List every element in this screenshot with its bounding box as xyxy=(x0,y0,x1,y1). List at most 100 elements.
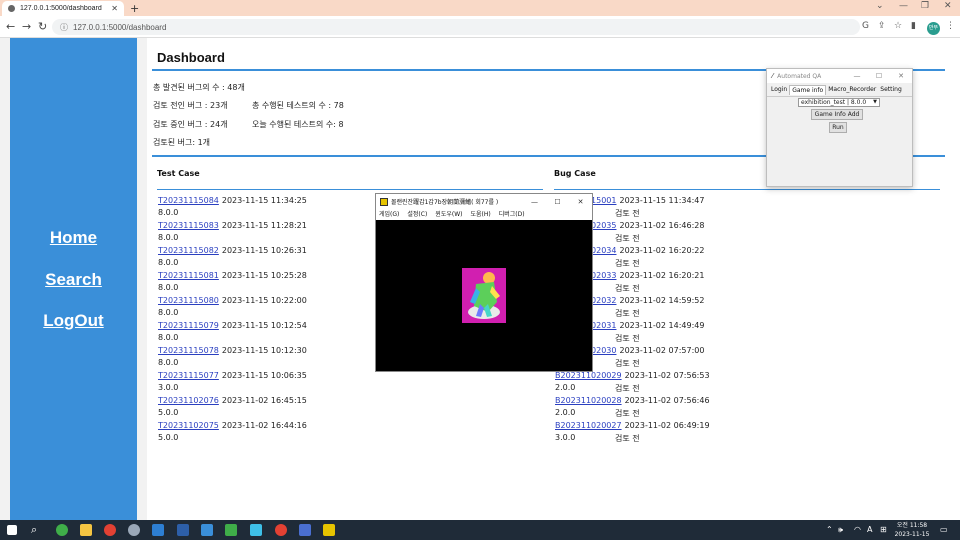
qa-tool-icon[interactable] xyxy=(299,524,311,536)
bug-case-status: 검토 전 xyxy=(615,334,640,343)
bug-case-time: 2023-11-02 06:49:19 xyxy=(624,421,710,430)
bug-case-link[interactable]: B202311020028 xyxy=(555,396,622,405)
clock[interactable]: 오전 11:58 2023-11-15 xyxy=(892,521,932,539)
menu-game[interactable]: 게임(G) xyxy=(379,209,399,220)
info-icon[interactable]: ⓘ xyxy=(60,22,68,33)
chrome-active-icon[interactable] xyxy=(275,524,287,536)
address-bar[interactable]: ⓘ 127.0.0.1:5000/dashboard xyxy=(52,19,860,35)
test-case-link[interactable]: T20231115080 xyxy=(158,296,219,305)
close-window-icon[interactable]: ✕ xyxy=(944,1,952,11)
run-button[interactable]: Run xyxy=(829,122,847,133)
test-case-time: 2023-11-15 10:25:28 xyxy=(221,271,307,280)
menu-settings[interactable]: 설정(C) xyxy=(407,209,427,220)
test-case-link[interactable]: T20231115079 xyxy=(158,321,219,330)
windows-start-icon[interactable] xyxy=(7,525,17,535)
maximize-icon[interactable]: ☐ xyxy=(546,198,569,206)
url-text[interactable]: 127.0.0.1:5000/dashboard xyxy=(73,23,166,32)
test-case-version: 8.0.0 xyxy=(158,308,179,317)
test-case-version: 8.0.0 xyxy=(158,283,179,292)
test-case-link[interactable]: T20231115077 xyxy=(158,371,219,380)
back-icon[interactable]: ← xyxy=(6,20,15,33)
shield-icon[interactable] xyxy=(128,524,140,536)
notification-icon[interactable]: ▭ xyxy=(940,525,948,534)
sidebar-item-logout[interactable]: LogOut xyxy=(10,311,137,331)
bug-case-link[interactable]: B202311020029 xyxy=(555,371,622,380)
network-icon[interactable]: ◠ xyxy=(854,525,861,534)
menu-help[interactable]: 도움(H) xyxy=(470,209,490,220)
test-case-link[interactable]: T20231115083 xyxy=(158,221,219,230)
bug-case-time: 2023-11-02 16:20:21 xyxy=(619,271,705,280)
python-icon[interactable] xyxy=(177,524,189,536)
chevron-down-icon: ▼ xyxy=(873,99,877,105)
maximize-icon[interactable]: ☐ xyxy=(868,72,890,80)
clock-date: 2023-11-15 xyxy=(894,531,930,538)
keyboard-icon[interactable]: ⊞ xyxy=(880,525,887,534)
game-select[interactable]: exhibition_test | 8.0.0 ▼ xyxy=(798,98,880,107)
tab-setting[interactable]: Setting xyxy=(878,85,903,95)
forward-icon[interactable]: → xyxy=(22,20,31,33)
bookmark-star-icon[interactable]: ☆ xyxy=(894,21,902,31)
sidebar-item-search[interactable]: Search xyxy=(10,270,137,290)
bug-case-link[interactable]: B202311020027 xyxy=(555,421,622,430)
xbox-icon[interactable] xyxy=(56,524,68,536)
bird-app-icon[interactable] xyxy=(250,524,262,536)
tab-macro-recorder[interactable]: Macro_Recorder xyxy=(826,85,878,95)
tab-search-icon[interactable]: ⌄ xyxy=(876,1,884,11)
tab-game-info[interactable]: Game info xyxy=(789,85,827,95)
menu-icon[interactable]: ⋮ xyxy=(946,21,955,31)
google-icon[interactable]: G xyxy=(862,21,869,31)
tray-chevron-icon[interactable]: ⌃ xyxy=(826,525,833,534)
test-case-link[interactable]: T20231115078 xyxy=(158,346,219,355)
restore-icon[interactable]: ❐ xyxy=(921,1,929,11)
bug-case-status: 검토 전 xyxy=(615,209,640,218)
search-icon[interactable]: ⌕ xyxy=(31,523,37,537)
chrome-icon[interactable] xyxy=(104,524,116,536)
game-taskbar-icon[interactable] xyxy=(323,524,335,536)
minimize-icon[interactable]: — xyxy=(899,1,908,11)
automated-qa-window: ⁄ Automated QA — ☐ ✕ Login Game info Mac… xyxy=(766,68,913,187)
bug-case-status: 검토 전 xyxy=(615,409,640,418)
qa-tabs: Login Game info Macro_Recorder Setting xyxy=(767,83,912,95)
volume-icon[interactable]: 🕪 xyxy=(838,525,843,535)
browser-tab[interactable]: 127.0.0.1:5000/dashboard ✕ xyxy=(2,1,124,16)
close-tab-icon[interactable]: ✕ xyxy=(111,4,118,13)
game-info-add-button[interactable]: Game Info Add xyxy=(811,109,863,120)
bug-case-time: 2023-11-15 11:34:47 xyxy=(619,196,705,205)
test-case-link[interactable]: T20231115081 xyxy=(158,271,219,280)
page-title: Dashboard xyxy=(157,50,225,65)
bug-case-time: 2023-11-02 07:57:00 xyxy=(619,346,705,355)
test-case-time: 2023-11-15 10:26:31 xyxy=(221,246,307,255)
test-case-row: T20231115078 2023-11-15 10:12:30 xyxy=(158,346,307,355)
sidebar-item-home[interactable]: Home xyxy=(10,228,137,248)
new-tab-button[interactable]: + xyxy=(130,2,139,15)
feather-app-icon[interactable] xyxy=(201,524,213,536)
stat-reviewed: 검토된 버그: 1개 xyxy=(153,138,211,147)
share-icon[interactable]: ⇪ xyxy=(878,21,886,31)
bug-case-row: B202311020027 2023-11-02 06:49:19 xyxy=(555,421,710,430)
minimize-icon[interactable]: — xyxy=(846,72,868,80)
test-case-version: 5.0.0 xyxy=(158,433,179,442)
file-explorer-icon[interactable] xyxy=(80,524,92,536)
notepad-icon[interactable] xyxy=(225,524,237,536)
menu-debug[interactable]: 디버그(D) xyxy=(499,209,525,220)
test-case-time: 2023-11-15 10:12:54 xyxy=(221,321,307,330)
test-case-link[interactable]: T20231115084 xyxy=(158,196,219,205)
tab-login[interactable]: Login xyxy=(769,85,789,95)
test-case-link[interactable]: T20231115082 xyxy=(158,246,219,255)
reload-icon[interactable]: ↻ xyxy=(38,20,47,33)
game-title-bar[interactable]: 몰랜린잔躍갑1갑7b장朝蘭瀰鰭( 회77를 ) — ☐ ✕ xyxy=(376,194,592,209)
vscode-icon[interactable] xyxy=(152,524,164,536)
profile-avatar[interactable]: 만뚜 xyxy=(927,22,940,35)
language-indicator[interactable]: A xyxy=(867,525,872,534)
menu-window[interactable]: 윈도우(W) xyxy=(435,209,462,220)
minimize-icon[interactable]: — xyxy=(523,198,546,206)
qa-title-bar[interactable]: ⁄ Automated QA — ☐ ✕ xyxy=(767,69,912,83)
close-icon[interactable]: ✕ xyxy=(569,198,592,206)
test-case-link[interactable]: T20231102076 xyxy=(158,396,219,405)
close-icon[interactable]: ✕ xyxy=(890,72,912,80)
game-canvas[interactable] xyxy=(376,220,592,371)
sidepanel-icon[interactable]: ▮ xyxy=(911,21,916,31)
browser-tab-bar: 127.0.0.1:5000/dashboard ✕ + ⌄ — ❐ ✕ xyxy=(0,0,960,16)
test-case-link[interactable]: T20231102075 xyxy=(158,421,219,430)
bug-case-version: 2.0.0 xyxy=(555,383,576,392)
